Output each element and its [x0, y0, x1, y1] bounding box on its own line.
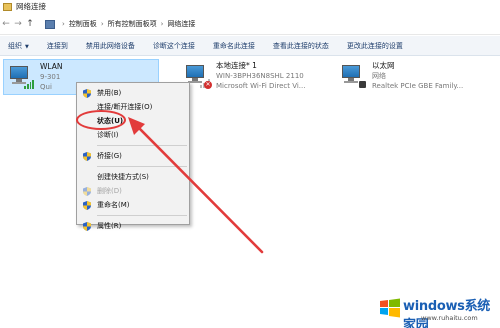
- breadcrumb[interactable]: › 控制面板 › 所有控制面板项 › 网络连接: [42, 17, 500, 32]
- uac-shield-icon: [83, 222, 91, 231]
- adapter-device: Microsoft Wi-Fi Direct Vi...: [216, 82, 306, 90]
- menu-separator: [97, 215, 187, 216]
- menu-item-label: 桥接(G): [97, 152, 122, 160]
- uac-shield-icon: [83, 89, 91, 98]
- wifi-adapter-icon: [8, 64, 34, 90]
- ethernet-adapter-icon: [340, 63, 366, 89]
- adapter-network: 9-301: [40, 73, 61, 81]
- rename-button[interactable]: 重命名此连接: [213, 41, 255, 51]
- window-title: 网络连接: [16, 2, 46, 11]
- up-button[interactable]: ↑: [24, 19, 36, 29]
- adapter-name: 本地连接* 1: [216, 61, 257, 70]
- uac-shield-icon: [83, 201, 91, 210]
- menu-separator: [97, 145, 187, 146]
- menu-separator: [97, 166, 187, 167]
- breadcrumb-all-items[interactable]: 所有控制面板项: [108, 19, 157, 29]
- adapter-ethernet[interactable]: 以太网 网络 Realtek PCIe GBE Family...: [336, 59, 496, 95]
- breadcrumb-separator: ›: [160, 20, 164, 28]
- command-bar: 组织 ▼ 连接到 禁用此网络设备 诊断这个连接 重命名此连接 查看此连接的状态 更…: [0, 36, 500, 56]
- chevron-down-icon: ▼: [25, 43, 29, 50]
- menu-item-label: 诊断(I): [97, 131, 119, 139]
- adapter-device: Realtek PCIe GBE Family...: [372, 82, 464, 90]
- organize-menu[interactable]: 组织 ▼: [8, 41, 29, 51]
- organize-label: 组织: [8, 41, 22, 50]
- breadcrumb-separator: ›: [100, 20, 104, 28]
- menu-item-bridge[interactable]: 桥接(G): [77, 149, 189, 163]
- menu-item-delete: 删除(D): [77, 184, 189, 198]
- address-bar: ← → ↑ › 控制面板 › 所有控制面板项 › 网络连接: [0, 14, 500, 35]
- uac-shield-icon: [83, 152, 91, 161]
- menu-item-label: 重命名(M): [97, 201, 130, 209]
- uac-shield-icon: [83, 187, 91, 196]
- menu-item-label: 禁用(B): [97, 89, 122, 97]
- adapter-name: 以太网: [372, 61, 395, 70]
- menu-item-rename[interactable]: 重命名(M): [77, 198, 189, 212]
- watermark: windows系统家园 www.ruhaitu.com: [379, 293, 497, 328]
- watermark-brand: windows系统家园: [403, 299, 491, 328]
- windows-logo-icon: [380, 298, 400, 318]
- change-settings-button[interactable]: 更改此连接的设置: [347, 41, 403, 51]
- adapter-list: [0, 57, 500, 328]
- folder-icon: [3, 2, 12, 11]
- adapter-name: WLAN: [40, 62, 63, 71]
- breadcrumb-control-panel[interactable]: 控制面板: [69, 19, 97, 29]
- forward-button[interactable]: →: [12, 19, 24, 29]
- adapter-device: Qui: [40, 83, 52, 91]
- menu-item-diagnose[interactable]: 诊断(I): [77, 128, 189, 142]
- adapter-network: WIN-3BPH36N8SHL 2110: [216, 72, 304, 80]
- menu-item-label: 创建快捷方式(S): [97, 173, 149, 181]
- title-bar: 网络连接: [0, 0, 500, 13]
- adapter-local-connection[interactable]: ✕ 本地连接* 1 WIN-3BPH36N8SHL 2110 Microsoft…: [180, 59, 330, 95]
- adapter-network: 网络: [372, 72, 386, 80]
- menu-item-label: 属性(R): [97, 222, 122, 230]
- menu-item-create-shortcut[interactable]: 创建快捷方式(S): [77, 170, 189, 184]
- annotation-highlight-ellipse: [76, 110, 126, 130]
- context-menu: 禁用(B) 连接/断开连接(O) 状态(U) 诊断(I) 桥接(G) 创建快捷方…: [76, 82, 190, 231]
- breadcrumb-network-connections[interactable]: 网络连接: [167, 19, 195, 29]
- diagnose-button[interactable]: 诊断这个连接: [153, 41, 195, 51]
- control-panel-icon: [45, 19, 55, 29]
- menu-item-properties[interactable]: 属性(R): [77, 219, 189, 233]
- menu-item-disable[interactable]: 禁用(B): [77, 86, 189, 100]
- view-status-button[interactable]: 查看此连接的状态: [273, 41, 329, 51]
- breadcrumb-separator: ›: [62, 20, 65, 28]
- disable-device-button[interactable]: 禁用此网络设备: [86, 41, 135, 51]
- back-button[interactable]: ←: [0, 19, 12, 29]
- menu-item-label: 删除(D): [97, 187, 122, 195]
- watermark-url: www.ruhaitu.com: [421, 314, 478, 322]
- connect-to-button[interactable]: 连接到: [47, 41, 68, 51]
